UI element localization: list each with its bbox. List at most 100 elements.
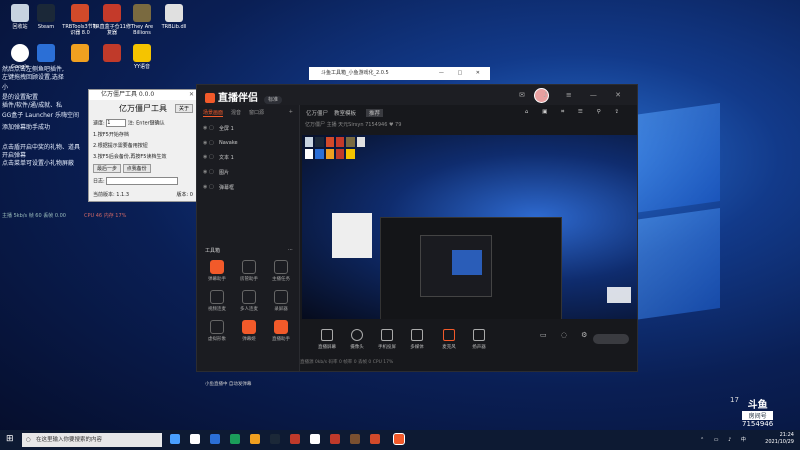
eye-icon[interactable]: ◉ ▢ (203, 184, 214, 190)
eye-icon[interactable]: ◉ ▢ (203, 169, 214, 175)
steam-icon[interactable] (270, 434, 280, 444)
tab-category[interactable]: 亿万僵尸 (306, 109, 328, 117)
eye-icon[interactable]: ◉ ▢ (203, 125, 214, 131)
step-text: 1.按F5开始存档 (93, 132, 129, 138)
btn-microphone[interactable]: 麦克风 (434, 329, 464, 350)
eye-icon[interactable]: ◉ ▢ (203, 140, 214, 146)
chrome-icon[interactable] (190, 434, 200, 444)
scene-item[interactable]: ◉ ▢ 全屏 1 (197, 121, 299, 136)
header-tool-icons[interactable]: ⌂ ▣ ⌗ ☰ ⚲ ⇪ (525, 109, 625, 116)
tool-footer: 当前版本: 1.1.3 版本: 0 (93, 192, 193, 198)
stream-preview[interactable] (302, 135, 637, 319)
douyu-watermark: 斗鱼 房间号 7154946 (742, 396, 774, 428)
btn-screen[interactable]: 直播屏幕 (312, 329, 342, 350)
tool-window[interactable]: 亿万僵尸工具 0.0.0 ✕ 亿万僵尸工具 关于 速度: 1 注: Enter键… (88, 89, 198, 202)
app-icon[interactable] (330, 434, 340, 444)
helper-icon (274, 320, 288, 334)
app-icon[interactable] (230, 434, 240, 444)
chat-icon (210, 260, 224, 274)
category-tabs: 亿万僵尸 教室模板 推荐 ⌂ ▣ ⌗ ☰ ⚲ ⇪ (300, 105, 637, 119)
speed-input[interactable]: 1 (106, 119, 127, 127)
tool-danmaku-helper[interactable]: 弹幕助手 (201, 260, 233, 282)
desktop-icon-trblib[interactable]: TRBLib.dll (154, 4, 194, 30)
start-live-button[interactable] (593, 334, 629, 344)
start-icon[interactable]: ⊞ (6, 434, 14, 444)
tool-video-link[interactable]: 视频连麦 (201, 290, 233, 312)
tool-room-manager[interactable]: 房管助手 (233, 260, 265, 282)
app-icon[interactable] (290, 434, 300, 444)
yy-icon (133, 44, 151, 62)
tool-window-title: 亿万僵尸工具 0.0.0 (101, 91, 155, 98)
tab-recommend[interactable]: 推荐 (366, 109, 384, 117)
close-icon[interactable]: ✕ (189, 90, 194, 100)
eye-icon[interactable]: ◉ ▢ (203, 154, 214, 160)
search-icon: ○ (26, 437, 31, 443)
btn-phone-cast[interactable]: 手机投屏 (372, 329, 402, 350)
tool-recorder[interactable]: 录屏器 (265, 290, 297, 312)
tab-mixer[interactable]: 混音 (231, 109, 241, 117)
streaming-app-icon[interactable] (393, 433, 405, 445)
tool-streamer-tasks[interactable]: 主播任务 (265, 260, 297, 282)
app-icon[interactable] (370, 434, 380, 444)
btn-camera[interactable]: 摄像头 (342, 329, 372, 350)
speed-row: 速度: 1 注: Enter键确认 (93, 119, 165, 127)
backup-button[interactable]: 点我备份 (122, 164, 151, 173)
step-text: 2.根据提示需要备用按钮 (93, 143, 148, 149)
desktop-icon-yy[interactable]: YY语音 (122, 44, 162, 70)
tab-template[interactable]: 教室模板 (334, 109, 356, 117)
toolbox: 工具箱 ⋯ 弹幕助手 房管助手 主播任务 视频连麦 多人连麦 录屏器 虚拟形象 弹… (201, 245, 297, 342)
tool-multi-link[interactable]: 多人连麦 (233, 290, 265, 312)
scene-item[interactable]: ◉ ▢ 弹幕框 (197, 180, 299, 195)
about-button[interactable]: 关于 (174, 104, 193, 113)
step-text: 3.按F5后会备份,再按F5读档生效 (93, 154, 167, 160)
app-titlebar[interactable]: 直播伴侣 标准 ✉ ♪ ≡ — ✕ (197, 85, 637, 105)
window-controls[interactable]: ✉ ♪ ≡ — ✕ (519, 91, 629, 99)
search-box[interactable]: ○ 在这里输入你要搜索的内容 (22, 433, 162, 447)
last-step-button[interactable]: 最后一步 (93, 164, 122, 173)
camera-icon (351, 329, 363, 341)
tool-avatar[interactable]: 虚拟形象 (201, 320, 233, 342)
tab-window-source[interactable]: 窗口源 (249, 109, 264, 117)
source-toolbar: 直播屏幕 摄像头 手机投屏 多媒体 麦克风 扬声器 ▭ ◌ ⚙ 直播源 0kb/… (300, 323, 637, 371)
app-icon (71, 44, 89, 62)
settings-icon[interactable]: ▭ ◌ ⚙ (540, 331, 593, 339)
more-icon[interactable]: ⋯ (288, 247, 293, 253)
room-label: 房间号 (742, 411, 774, 420)
app-logo: 直播伴侣 标准 (205, 89, 283, 104)
avatar-icon (210, 320, 224, 334)
scene-item[interactable]: ◉ ▢ Navake (197, 136, 299, 150)
clock[interactable]: 21:24 2021/10/29 (765, 432, 794, 446)
record-icon (274, 290, 288, 304)
folder-icon[interactable] (250, 434, 260, 444)
taskview-icon[interactable] (170, 434, 180, 444)
btn-speaker[interactable]: 扬声器 (464, 329, 494, 350)
streaming-app-window[interactable]: 直播伴侣 标准 ✉ ♪ ≡ — ✕ 场景画面 混音 窗口源 + ◉ ▢ 全屏 1 ◉… (196, 84, 638, 387)
desktop-note: 小 (2, 84, 9, 91)
users-icon (242, 290, 256, 304)
mini-window[interactable]: 斗鱼工具箱_小鱼游戏化_2.0.5 — □ ✕ (309, 67, 490, 80)
scene-item[interactable]: ◉ ▢ 文本 1 (197, 150, 299, 165)
log-row: 日志: (89, 175, 197, 187)
edge-icon[interactable] (210, 434, 220, 444)
phone-icon (381, 329, 393, 341)
scene-item[interactable]: ◉ ▢ 图片 (197, 165, 299, 180)
log-field[interactable] (106, 177, 179, 185)
game-icon[interactable] (350, 434, 360, 444)
tray-icons[interactable]: ⌃ ▭ ♪ 中 (700, 436, 750, 443)
add-icon[interactable]: + (289, 109, 293, 117)
desktop-note: 插件/软件/通/成就、私 (2, 102, 63, 109)
steam-icon (37, 4, 55, 22)
tool-danmaku-ji[interactable]: 弹幕姬 (233, 320, 265, 342)
tab-scenes[interactable]: 场景画面 (203, 109, 224, 117)
room-info: 亿万僵尸 主播 天元Sirsyn 7154946 ♥ 79 (305, 122, 402, 128)
perf-readout: CPU 46 内存 17% (84, 213, 127, 219)
tool-window-titlebar[interactable]: 亿万僵尸工具 0.0.0 ✕ (89, 90, 197, 100)
app-icon[interactable] (310, 434, 320, 444)
stream-stats: 直播源 0kb/s 码率 0 帧率 0 丢帧 0 CPU 17% (300, 360, 394, 365)
desktop-note: GG盒子 Launcher 乐嗨空间 (2, 112, 79, 119)
shield-icon (242, 260, 256, 274)
tool-live-helper[interactable]: 直播助手 (265, 320, 297, 342)
btn-media[interactable]: 多媒体 (402, 329, 432, 350)
window-controls[interactable]: — □ ✕ (439, 67, 486, 80)
plan-badge[interactable]: 标准 (264, 96, 283, 104)
